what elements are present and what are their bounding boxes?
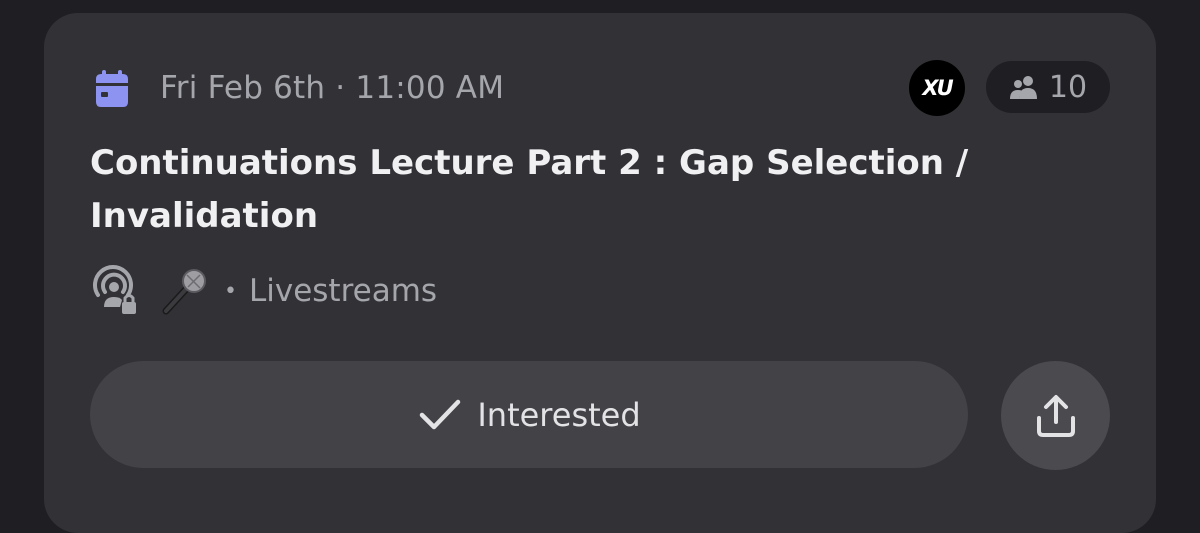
interested-button[interactable]: Interested — [90, 361, 968, 468]
host-avatar-logo: XU — [922, 76, 953, 100]
event-location-row: • Livestreams — [90, 265, 437, 317]
stage-channel-locked-icon — [93, 265, 136, 314]
host-avatar[interactable]: XU — [909, 60, 965, 116]
event-datetime-row: Fri Feb 6th · 11:00 AM — [92, 63, 504, 113]
check-icon — [420, 399, 461, 429]
event-datetime: Fri Feb 6th · 11:00 AM — [160, 70, 505, 106]
interested-button-label: Interested — [477, 395, 641, 434]
event-card[interactable]: Fri Feb 6th · 11:00 AM XU 10 Continuatio… — [44, 13, 1156, 533]
share-button[interactable] — [1001, 361, 1110, 470]
interested-count: 10 — [1048, 69, 1088, 105]
share-upload-icon — [1036, 394, 1075, 437]
event-title: Continuations Lecture Part 2 : Gap Selec… — [90, 143, 969, 236]
microphone-emoji-icon — [162, 269, 206, 315]
calendar-icon — [96, 70, 128, 107]
interested-count-badge[interactable]: 10 — [986, 61, 1110, 113]
channel-name[interactable]: Livestreams — [249, 273, 437, 309]
separator-bullet: • — [224, 278, 237, 304]
people-icon — [1009, 76, 1037, 99]
